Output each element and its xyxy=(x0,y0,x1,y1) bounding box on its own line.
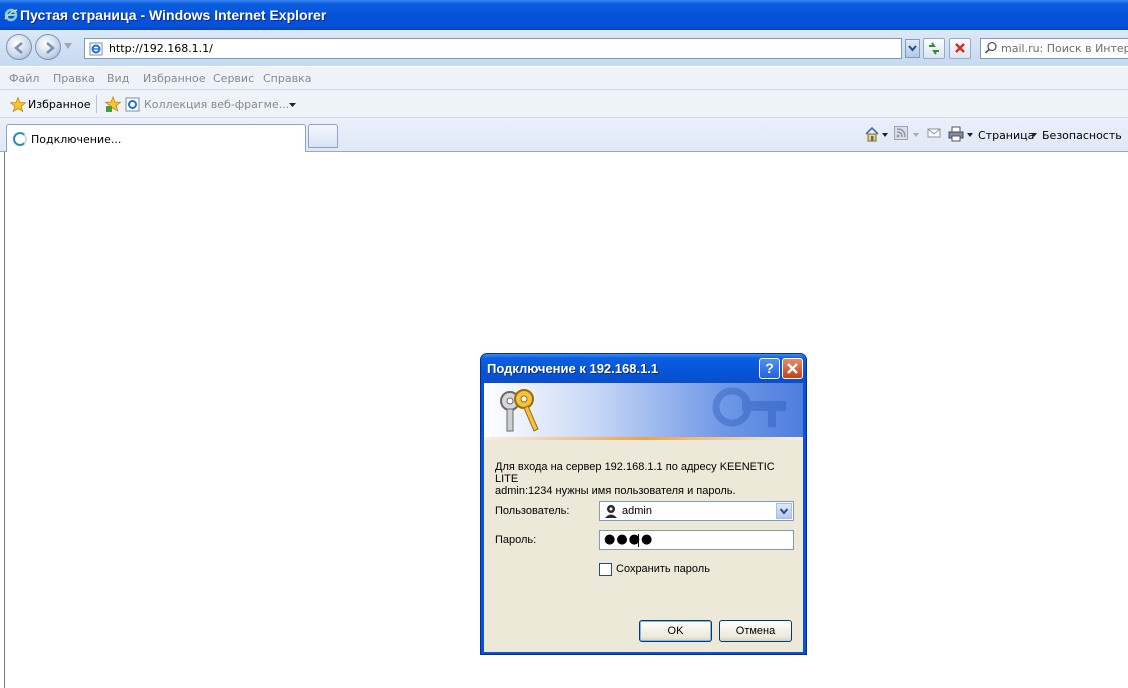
menu-edit[interactable]: Правка xyxy=(53,72,95,85)
stop-button[interactable] xyxy=(949,38,971,59)
ie-logo-icon xyxy=(4,8,18,22)
window-titlebar[interactable]: Пустая страница - Windows Internet Explo… xyxy=(0,0,1128,30)
username-value: admin xyxy=(622,505,652,517)
dialog-banner xyxy=(484,383,803,440)
web-slice-dropdown-icon[interactable] xyxy=(289,103,296,107)
search-icon xyxy=(984,41,997,54)
password-value: ●●●● xyxy=(604,532,654,547)
web-slice-gallery-link[interactable]: Коллекция веб-фрагме... xyxy=(144,98,289,111)
address-field[interactable]: http://192.168.1.1/ xyxy=(84,38,902,59)
help-icon: ? xyxy=(765,360,774,376)
toolbar-separator xyxy=(96,95,97,113)
loading-icon xyxy=(13,132,27,146)
dialog-titlebar[interactable]: Подключение к 192.168.1.1 ? xyxy=(481,354,806,383)
dialog-message-line-2: admin:1234 нужны имя пользователя и паро… xyxy=(495,485,736,497)
address-dropdown-button[interactable] xyxy=(905,39,920,58)
chevron-down-icon xyxy=(908,45,917,52)
back-icon xyxy=(14,42,23,54)
address-url: http://192.168.1.1/ xyxy=(109,42,213,55)
dialog-body: Для входа на сервер 192.168.1.1 по адрес… xyxy=(484,440,803,652)
favorites-button[interactable]: Избранное xyxy=(28,98,90,111)
refresh-button[interactable] xyxy=(923,38,945,59)
password-field[interactable]: ●●●● xyxy=(599,530,794,550)
mail-icon[interactable] xyxy=(927,126,941,140)
web-slice-icon xyxy=(125,97,140,112)
feeds-icon[interactable] xyxy=(894,126,908,140)
checkbox-box[interactable] xyxy=(599,563,612,576)
home-dropdown-icon[interactable] xyxy=(882,133,888,137)
ok-button[interactable]: OK xyxy=(639,620,712,642)
print-dropdown-icon[interactable] xyxy=(967,133,973,137)
dialog-message-line-1: Для входа на сервер 192.168.1.1 по адрес… xyxy=(495,461,775,485)
cancel-button[interactable]: Отмена xyxy=(719,620,792,642)
print-icon[interactable] xyxy=(948,126,964,142)
menu-favorites[interactable]: Избранное xyxy=(143,72,205,85)
home-icon[interactable] xyxy=(864,126,880,142)
user-label: Пользователь: xyxy=(495,505,570,517)
back-button[interactable] xyxy=(6,34,32,60)
password-label: Пароль: xyxy=(495,534,537,546)
refresh-icon xyxy=(929,42,939,55)
chevron-down-icon xyxy=(779,508,789,515)
remember-password-label[interactable]: Сохранить пароль xyxy=(616,563,710,575)
menu-file[interactable]: Файл xyxy=(9,72,39,85)
favorites-star-icon[interactable] xyxy=(10,97,26,112)
search-input[interactable]: mail.ru: Поиск в Интерне xyxy=(980,38,1128,59)
stop-icon xyxy=(955,43,965,53)
username-dropdown-button[interactable] xyxy=(776,503,792,519)
menu-view[interactable]: Вид xyxy=(107,72,129,85)
favorites-bar: Избранное Коллекция веб-фрагме... xyxy=(0,90,1128,118)
keys-icon xyxy=(500,389,539,432)
safety-menu[interactable]: Безопасность xyxy=(1042,129,1128,142)
auth-dialog: Подключение к 192.168.1.1 ? Для входа на xyxy=(480,353,807,655)
dialog-message: Для входа на сервер 192.168.1.1 по адрес… xyxy=(495,461,800,497)
close-button[interactable] xyxy=(782,358,803,379)
window-title: Пустая страница - Windows Internet Explo… xyxy=(20,7,327,23)
help-button[interactable]: ? xyxy=(759,358,780,379)
menu-help[interactable]: Справка xyxy=(263,72,311,85)
page-icon xyxy=(89,42,103,56)
user-icon xyxy=(605,505,617,518)
new-tab-button[interactable] xyxy=(308,124,338,148)
recent-pages-dropdown[interactable] xyxy=(64,43,72,49)
username-combobox[interactable]: admin xyxy=(599,501,794,521)
page-dropdown-icon[interactable] xyxy=(1031,133,1037,137)
menu-bar: Файл Правка Вид Избранное Сервис Справка xyxy=(0,66,1128,90)
menu-tools[interactable]: Сервис xyxy=(213,72,254,85)
close-icon xyxy=(787,363,798,374)
feeds-dropdown-icon[interactable] xyxy=(913,133,919,137)
tab-connecting[interactable]: Подключение... xyxy=(6,124,306,152)
page-menu[interactable]: Страница xyxy=(978,129,1034,142)
add-favorites-icon[interactable] xyxy=(104,96,122,113)
search-placeholder: mail.ru: Поиск в Интерне xyxy=(1001,42,1128,55)
text-caret xyxy=(638,534,639,547)
forward-icon xyxy=(46,42,55,54)
dialog-title: Подключение к 192.168.1.1 xyxy=(487,361,659,376)
forward-button[interactable] xyxy=(35,34,61,60)
tab-label: Подключение... xyxy=(31,133,122,146)
address-toolbar: http://192.168.1.1/ mail.ru: Поиск в Инт… xyxy=(0,30,1128,66)
keys-watermark-icon xyxy=(712,387,786,427)
